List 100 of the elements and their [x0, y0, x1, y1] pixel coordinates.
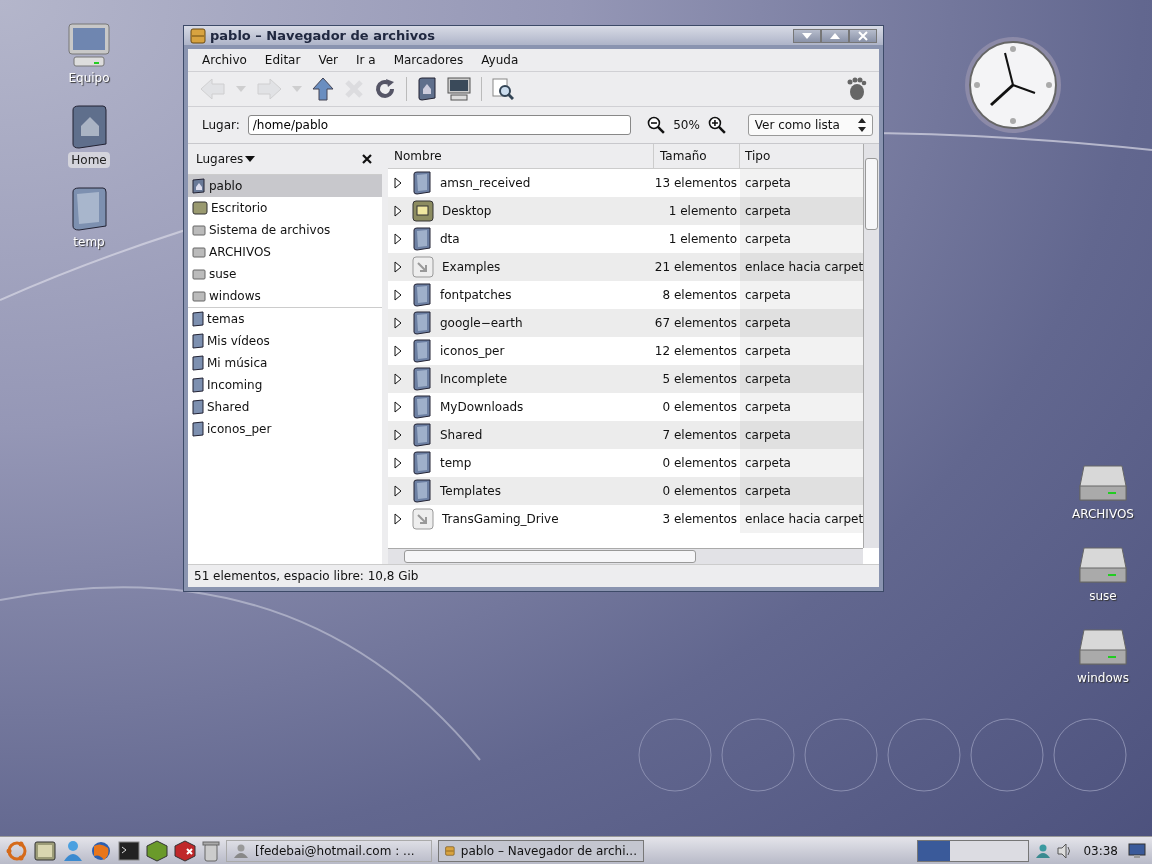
file-name[interactable]: temp — [440, 456, 472, 470]
expander-icon[interactable] — [394, 429, 402, 441]
sidebar-item[interactable]: Incoming — [188, 374, 382, 396]
desktop-icon-label[interactable]: Home — [68, 152, 110, 168]
network-person-icon[interactable] — [1035, 842, 1052, 859]
globe-icon[interactable] — [90, 839, 112, 862]
sidebar-item[interactable]: windows — [188, 285, 382, 307]
table-cell-text: 12 elementos — [654, 343, 738, 360]
show-desktop-icon[interactable] — [34, 840, 56, 861]
expander-icon[interactable] — [394, 317, 402, 329]
table-cell: carpeta — [740, 281, 863, 309]
clock-time[interactable]: 03:38 — [1083, 843, 1118, 858]
places-dropdown[interactable]: Lugares — [196, 152, 256, 166]
file-name[interactable]: Desktop — [442, 204, 492, 218]
folder-icon — [412, 171, 432, 195]
vertical-scrollbar[interactable] — [863, 144, 879, 548]
expander-icon[interactable] — [394, 233, 402, 245]
expander-icon[interactable] — [394, 289, 402, 301]
expander-icon[interactable] — [394, 205, 402, 217]
folder-icon — [412, 311, 432, 335]
desktop-icon-label[interactable]: ARCHIVOS — [1069, 506, 1137, 522]
menu-item[interactable]: Marcadores — [383, 53, 472, 67]
sidebar-item[interactable]: Shared — [188, 396, 382, 418]
expander-icon[interactable] — [394, 373, 402, 385]
location-label: Lugar: — [202, 118, 240, 132]
status-bar-text: 51 elementos, espacio libre: 10,8 Gib — [194, 569, 419, 583]
maximize-button[interactable] — [821, 28, 849, 43]
folder-icon — [412, 283, 432, 307]
expander-icon[interactable] — [394, 345, 402, 357]
file-name[interactable]: amsn_received — [440, 176, 531, 190]
expander-icon[interactable] — [394, 457, 402, 469]
file-name[interactable]: google−earth — [440, 316, 523, 330]
hard-drive-icon[interactable] — [1078, 462, 1128, 504]
file-name[interactable]: iconos_per — [440, 344, 505, 358]
file-name[interactable]: Incomplete — [440, 372, 508, 386]
hard-drive-icon[interactable] — [1078, 544, 1128, 586]
table-cell: carpeta — [740, 197, 863, 225]
home-folder-icon[interactable] — [417, 77, 437, 101]
user-figure-icon[interactable] — [62, 839, 84, 862]
terminal-icon[interactable] — [118, 840, 140, 861]
close-icon[interactable] — [362, 154, 372, 164]
trash-icon[interactable] — [202, 839, 220, 862]
menu-item[interactable]: Editar — [254, 53, 309, 67]
horizontal-scrollbar[interactable] — [388, 548, 863, 564]
expander-icon[interactable] — [394, 485, 402, 497]
hard-drive-icon[interactable] — [1078, 626, 1128, 668]
workspace-switcher[interactable] — [917, 839, 1030, 862]
file-name[interactable]: fontpatches — [440, 288, 512, 302]
expander-icon[interactable] — [394, 513, 402, 525]
sidebar-item[interactable]: Mi música — [188, 352, 382, 374]
sidebar-item[interactable]: ARCHIVOS — [188, 241, 382, 263]
desktop-icon-label[interactable]: suse — [1086, 588, 1120, 604]
menu-item[interactable]: Ayuda — [471, 53, 527, 67]
computer-icon[interactable] — [447, 77, 471, 101]
file-name[interactable]: MyDownloads — [440, 400, 524, 414]
column-header[interactable]: Tamaño — [654, 144, 740, 168]
file-name[interactable]: dta — [440, 232, 460, 246]
menu-item[interactable]: Ir a — [346, 53, 384, 67]
sidebar-item[interactable]: Escritorio — [188, 197, 382, 219]
expander-icon[interactable] — [394, 177, 402, 189]
menu-item[interactable]: Ver — [308, 53, 346, 67]
sidebar-item[interactable]: iconos_per — [188, 418, 382, 440]
folder-icon — [192, 333, 204, 349]
location-field[interactable]: /home/pablo — [247, 115, 632, 135]
desktop-icon-label[interactable]: windows — [1074, 670, 1132, 686]
taskbar-window-button[interactable]: pablo – Navegador de archi... — [438, 839, 644, 862]
folder-icon — [412, 227, 432, 251]
zoom-in-icon[interactable] — [707, 116, 726, 134]
sidebar-item[interactable]: suse — [188, 263, 382, 285]
expander-icon[interactable] — [394, 401, 402, 413]
folder-icon[interactable] — [69, 186, 109, 232]
close-button[interactable] — [849, 28, 877, 43]
package-icon[interactable] — [146, 839, 168, 862]
minimize-button[interactable] — [793, 28, 821, 43]
table-cell: carpeta — [740, 337, 863, 365]
sidebar-item[interactable]: pablo — [188, 175, 382, 197]
table-cell-text: 0 elementos — [661, 399, 738, 416]
file-name[interactable]: Templates — [440, 484, 501, 498]
file-name[interactable]: Examples — [442, 260, 501, 274]
monitor-icon[interactable] — [1128, 842, 1146, 859]
folder-icon — [192, 399, 204, 415]
menu-item[interactable]: Archivo — [192, 53, 255, 67]
view-mode-dropdown[interactable]: Ver como lista — [747, 114, 873, 136]
up-arrow-icon[interactable] — [312, 77, 334, 101]
expander-icon[interactable] — [394, 261, 402, 273]
sidebar-item[interactable]: Mis vídeos — [188, 330, 382, 352]
reload-icon[interactable] — [374, 78, 396, 100]
menu-logo-icon[interactable] — [6, 839, 28, 862]
sidebar-item[interactable]: temas — [188, 308, 382, 330]
column-header[interactable]: Nombre — [388, 144, 654, 168]
file-name[interactable]: Shared — [440, 428, 483, 442]
zoom-out-icon[interactable] — [647, 116, 666, 134]
file-cabinet-icon — [190, 27, 206, 44]
package-icon[interactable] — [174, 839, 196, 862]
file-name[interactable]: TransGaming_Drive — [442, 512, 559, 526]
home-folder-icon[interactable] — [69, 104, 109, 150]
sidebar-item[interactable]: Sistema de archivos — [188, 219, 382, 241]
table-cell: carpeta — [740, 365, 863, 393]
search-icon[interactable] — [492, 78, 514, 100]
taskbar-window-button[interactable]: [fedebai@hotmail.com : ... — [226, 839, 432, 862]
